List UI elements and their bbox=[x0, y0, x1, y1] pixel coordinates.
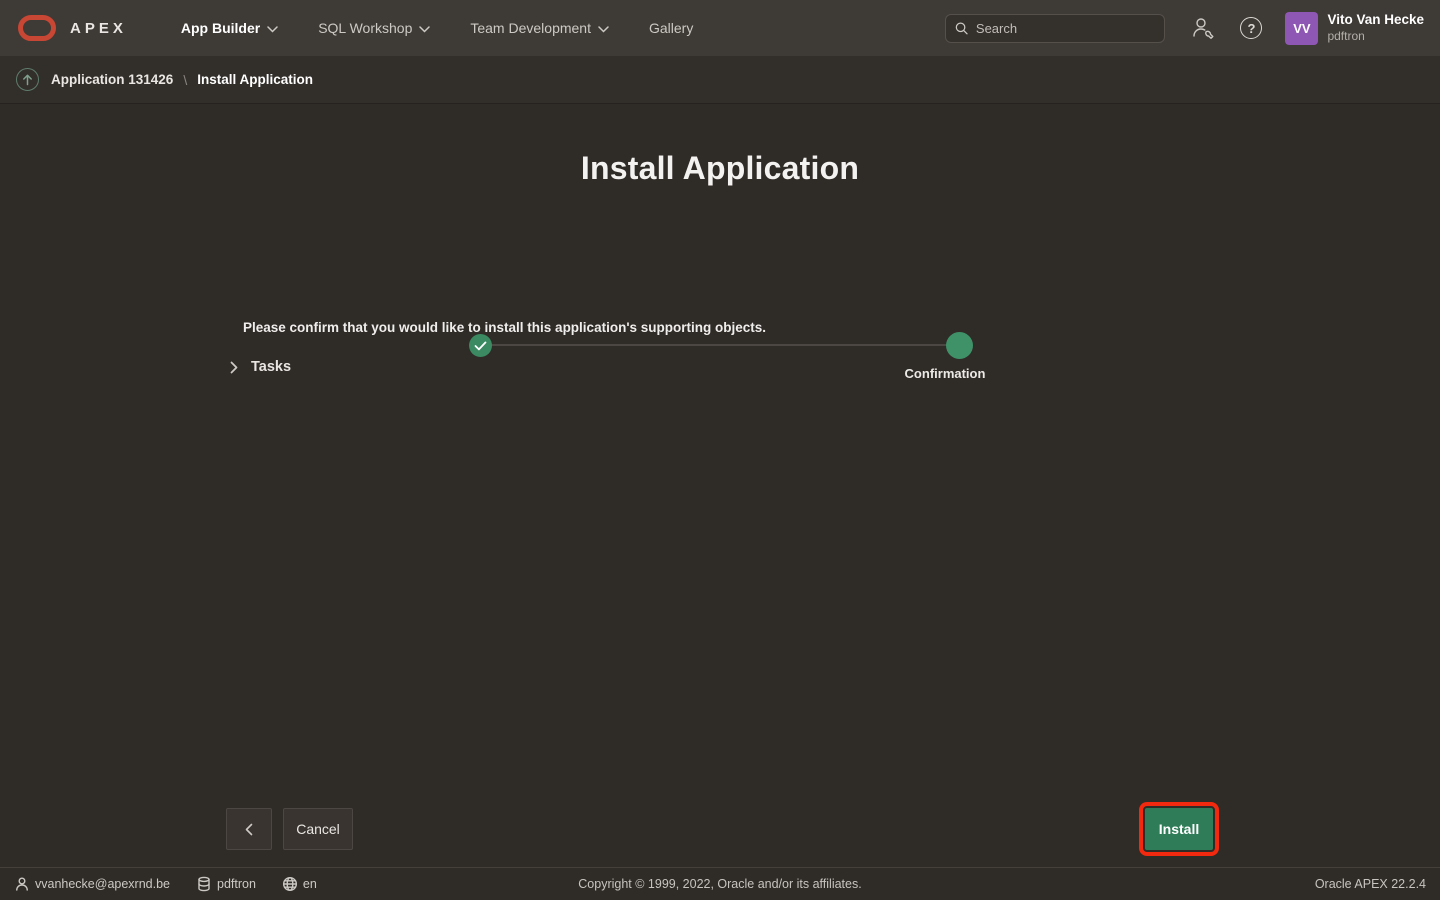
install-application-page: Install Application Confirmation Please … bbox=[0, 104, 1440, 867]
chevron-down-icon bbox=[267, 26, 278, 33]
cancel-button[interactable]: Cancel bbox=[283, 808, 353, 850]
checkmark-icon bbox=[474, 341, 487, 351]
previous-step-button[interactable] bbox=[226, 808, 272, 850]
wizard-step-completed bbox=[469, 334, 492, 357]
install-button[interactable]: Install bbox=[1145, 808, 1213, 850]
footer: vvanhecke@apexrnd.be pdftron en Copyrigh… bbox=[0, 867, 1440, 900]
footer-user-email: vvanhecke@apexrnd.be bbox=[35, 877, 170, 891]
avatar: VV bbox=[1285, 12, 1318, 45]
breadcrumb: Application 131426 \ Install Application bbox=[0, 56, 1440, 104]
nav-team-development[interactable]: Team Development bbox=[450, 0, 629, 56]
administration-button[interactable] bbox=[1187, 12, 1219, 44]
tasks-label: Tasks bbox=[251, 359, 291, 375]
user-workspace: pdftron bbox=[1327, 29, 1424, 44]
wizard-step-current bbox=[946, 332, 973, 359]
chevron-down-icon bbox=[598, 26, 609, 33]
nav-gallery[interactable]: Gallery bbox=[629, 0, 713, 56]
apex-version: Oracle APEX 22.2.4 bbox=[1315, 877, 1426, 891]
chevron-down-icon bbox=[419, 26, 430, 33]
question-mark-icon: ? bbox=[1240, 17, 1262, 39]
user-wrench-icon bbox=[1190, 16, 1216, 40]
breadcrumb-separator: \ bbox=[183, 72, 187, 88]
user-account-menu[interactable]: VV Vito Van Hecke pdftron bbox=[1285, 12, 1424, 45]
footer-user[interactable]: vvanhecke@apexrnd.be bbox=[14, 876, 170, 892]
main-menu: App Builder SQL Workshop Team Developmen… bbox=[161, 0, 713, 56]
user-name: Vito Van Hecke bbox=[1327, 12, 1424, 29]
oracle-logo-icon[interactable] bbox=[18, 15, 56, 41]
search-box[interactable] bbox=[945, 14, 1165, 43]
nav-gallery-label: Gallery bbox=[649, 20, 693, 36]
wizard-nav-buttons: Cancel bbox=[226, 808, 353, 850]
footer-language-code: en bbox=[303, 877, 317, 891]
tasks-collapsible[interactable]: Tasks bbox=[230, 359, 291, 375]
breadcrumb-current: Install Application bbox=[197, 72, 313, 87]
help-button[interactable]: ? bbox=[1235, 12, 1267, 44]
wizard-step-label: Confirmation bbox=[880, 366, 1010, 381]
globe-icon bbox=[282, 876, 298, 892]
chevron-right-icon bbox=[230, 361, 238, 374]
chevron-left-icon bbox=[245, 823, 253, 836]
page-title: Install Application bbox=[0, 150, 1440, 187]
user-meta: Vito Van Hecke pdftron bbox=[1327, 12, 1424, 44]
nav-sql-workshop[interactable]: SQL Workshop bbox=[298, 0, 450, 56]
header-right-tools: ? VV Vito Van Hecke pdftron bbox=[945, 12, 1424, 45]
database-icon bbox=[196, 876, 212, 892]
footer-language[interactable]: en bbox=[282, 876, 317, 892]
person-icon bbox=[14, 876, 30, 892]
top-navigation-bar: APEX App Builder SQL Workshop Team Devel… bbox=[0, 0, 1440, 56]
footer-workspace[interactable]: pdftron bbox=[196, 876, 256, 892]
nav-sql-workshop-label: SQL Workshop bbox=[318, 20, 412, 36]
up-level-button[interactable] bbox=[16, 68, 39, 91]
nav-team-development-label: Team Development bbox=[470, 20, 591, 36]
search-input[interactable] bbox=[976, 21, 1156, 36]
footer-workspace-name: pdftron bbox=[217, 877, 256, 891]
breadcrumb-parent[interactable]: Application 131426 bbox=[51, 72, 173, 87]
wizard-progress-line bbox=[480, 344, 960, 346]
nav-app-builder-label: App Builder bbox=[181, 20, 260, 36]
search-icon bbox=[955, 21, 968, 36]
confirmation-message: Please confirm that you would like to in… bbox=[243, 320, 766, 335]
arrow-up-icon bbox=[22, 74, 33, 86]
nav-app-builder[interactable]: App Builder bbox=[161, 0, 298, 56]
apex-brand[interactable]: APEX bbox=[70, 20, 127, 37]
